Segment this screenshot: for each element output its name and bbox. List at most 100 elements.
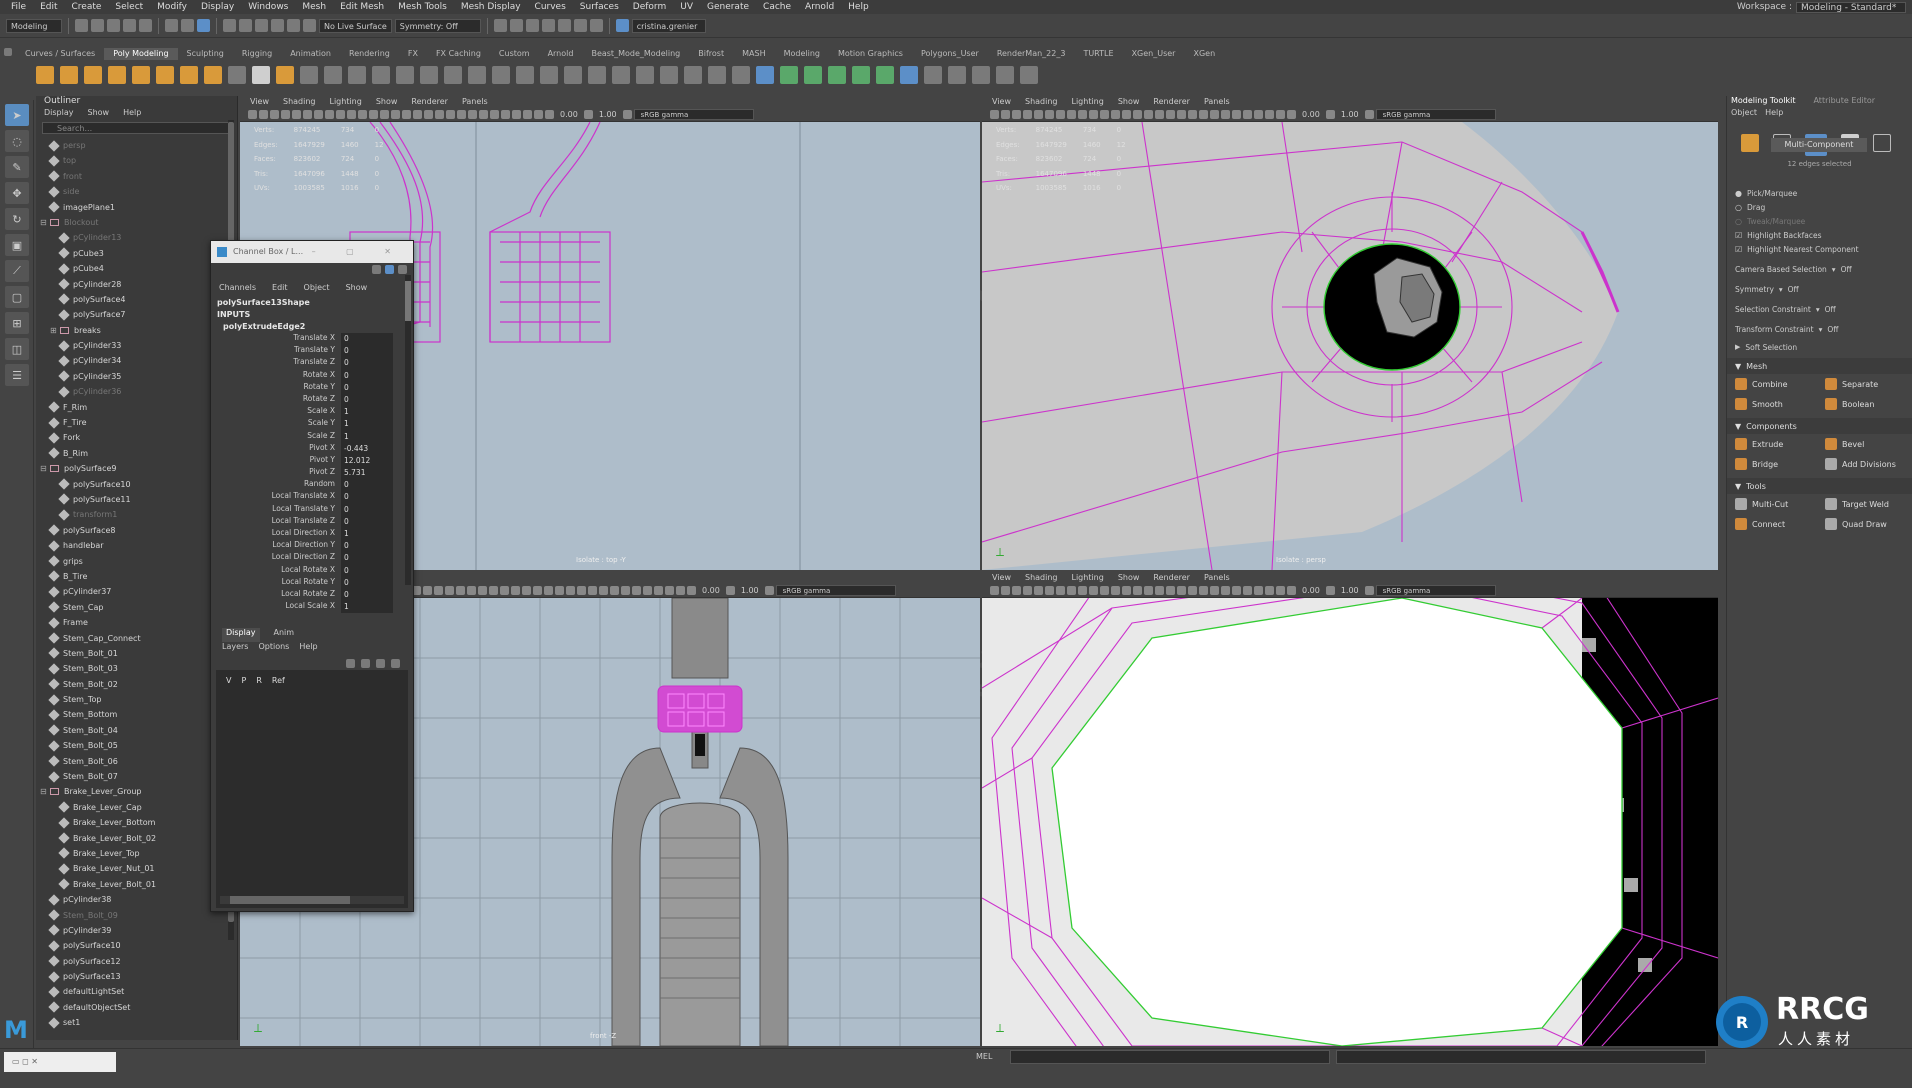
gamma-value[interactable]: 1.00 (741, 586, 759, 595)
gamma-icon[interactable] (583, 110, 593, 119)
cut-uv-icon[interactable] (804, 66, 822, 84)
separate-icon[interactable] (324, 66, 342, 84)
outliner-item[interactable]: top (36, 153, 237, 168)
channel-row[interactable]: Local Translate X 0 (211, 491, 413, 504)
toolkit-setting-row[interactable]: Symmetry ▾ Off (1727, 282, 1912, 296)
viewport-menu-item[interactable]: Panels (1204, 572, 1230, 584)
resolution-gate-icon[interactable] (1067, 586, 1076, 595)
depth-of-field-icon[interactable] (479, 110, 488, 119)
shelf-tab[interactable]: Animation (281, 48, 340, 60)
shelf-tab[interactable]: Sculpting (178, 48, 233, 60)
redo-icon[interactable] (139, 19, 152, 32)
channel-row[interactable]: Random 0 (211, 479, 413, 492)
toolkit-menu-item[interactable]: Object (1731, 108, 1757, 120)
pause-icon[interactable] (589, 19, 603, 32)
channel-row[interactable]: Rotate Y 0 (211, 381, 413, 394)
menu-item-windows[interactable]: Windows (241, 2, 295, 12)
outliner-item[interactable]: Stem_Cap (36, 600, 237, 615)
resolution-gate-icon[interactable] (467, 586, 476, 595)
depth-of-field-icon[interactable] (1221, 110, 1230, 119)
shadows-icon[interactable] (1177, 586, 1186, 595)
channel-row[interactable]: Local Scale X 1 (211, 601, 413, 614)
platonic-icon[interactable] (204, 66, 222, 84)
type-icon[interactable] (252, 66, 270, 84)
bevel-icon[interactable] (444, 66, 462, 84)
bevel-button[interactable]: Bevel (1821, 434, 1911, 454)
menu-item-cache[interactable]: Cache (756, 2, 798, 12)
connect-button[interactable]: Connect (1731, 514, 1821, 534)
delete-history-icon[interactable] (1020, 66, 1038, 84)
boolean-button[interactable]: Boolean (1821, 394, 1911, 414)
uv-mode-icon[interactable] (1873, 134, 1891, 152)
xray-icon[interactable] (1243, 586, 1252, 595)
safe-title-icon[interactable] (1111, 110, 1120, 119)
channel-value-field[interactable]: 0 (341, 588, 393, 602)
channel-value-field[interactable]: 5.731 (341, 467, 393, 480)
film-gate-icon[interactable] (314, 110, 323, 119)
connect-icon[interactable] (588, 66, 606, 84)
menu-item-generate[interactable]: Generate (700, 2, 756, 12)
soft-selection-row[interactable]: ▶ Soft Selection (1727, 340, 1912, 354)
shelf-tab[interactable]: Polygons_User (912, 48, 988, 60)
toolkit-option-row[interactable]: ○ Drag (1727, 200, 1912, 214)
outliner-item[interactable]: Stem_Bolt_06 (36, 754, 237, 769)
toolkit-setting-row[interactable]: Transform Constraint ▾ Off (1727, 322, 1912, 336)
grid-icon[interactable] (1045, 586, 1054, 595)
backface-icon[interactable] (676, 586, 685, 595)
layer-scrollbar[interactable] (220, 896, 404, 904)
collapse-arrow-icon[interactable]: ▼ (1735, 482, 1741, 491)
gate-mask-icon[interactable] (478, 586, 487, 595)
center-pivot-icon[interactable] (996, 66, 1014, 84)
safe-title-icon[interactable] (1111, 586, 1120, 595)
user-icon[interactable] (615, 19, 629, 32)
menu-item-create[interactable]: Create (65, 2, 109, 12)
isolate-icon[interactable] (1232, 586, 1241, 595)
safe-title-icon[interactable] (511, 586, 520, 595)
mirror-icon[interactable] (732, 66, 750, 84)
shadows-icon[interactable] (577, 586, 586, 595)
channel-value-field[interactable]: 1 (341, 601, 393, 614)
gate-mask-icon[interactable] (1078, 586, 1087, 595)
xray-joints-icon[interactable] (1254, 586, 1263, 595)
outliner-item[interactable]: Stem_Top (36, 692, 237, 707)
depth-of-field-icon[interactable] (1221, 586, 1230, 595)
viewport-bottom-right[interactable]: View Shading Lighting Show Renderer Panels 0.… (982, 572, 1718, 1046)
outliner-item[interactable]: ⊞ breaks (36, 323, 237, 338)
shelf-tab[interactable]: Poly Modeling (104, 48, 178, 60)
gamma-value[interactable]: 1.00 (599, 110, 617, 119)
grid-icon[interactable] (1045, 110, 1054, 119)
exposure-icon[interactable] (545, 110, 554, 119)
toolkit-setting-row[interactable]: Selection Constraint ▾ Off (1727, 302, 1912, 316)
exposure-icon[interactable] (1287, 110, 1296, 119)
select-hierarchy-icon[interactable] (165, 19, 178, 32)
outliner-item[interactable]: polySurface7 (36, 307, 237, 322)
use-lights-icon[interactable] (1166, 586, 1175, 595)
wireframe-icon[interactable] (1122, 110, 1131, 119)
outliner-item[interactable]: Brake_Lever_Bolt_01 (36, 877, 237, 892)
layer-tab[interactable]: Display (222, 628, 260, 642)
aa-icon[interactable] (610, 586, 619, 595)
render-view-icon[interactable] (493, 19, 507, 32)
default-material-icon[interactable] (544, 586, 553, 595)
soft-mod-icon[interactable] (948, 66, 966, 84)
textured-icon[interactable] (1155, 110, 1164, 119)
channel-row[interactable]: Local Rotate Z 0 (211, 588, 413, 602)
viewport-menu-item[interactable]: Shading (1025, 572, 1058, 584)
mel-command-input[interactable] (1010, 1050, 1330, 1064)
channel-row[interactable]: Local Direction X 1 (211, 528, 413, 541)
channel-value-field[interactable]: 0 (341, 503, 393, 516)
object-mode-icon[interactable] (1741, 134, 1759, 152)
select-camera-icon[interactable] (248, 110, 257, 119)
menu-item-curves[interactable]: Curves (528, 2, 573, 12)
render-settings-icon[interactable] (541, 19, 555, 32)
outliner-item[interactable]: pCylinder28 (36, 277, 237, 292)
xray-icon[interactable] (1243, 110, 1252, 119)
viewport-menu-item[interactable]: Lighting (329, 96, 361, 108)
channel-value-field[interactable]: 12.012 (341, 454, 393, 468)
outliner-item[interactable]: Brake_Lever_Top (36, 846, 237, 861)
screen-space-ao-icon[interactable] (1188, 110, 1197, 119)
boolean-icon[interactable] (372, 66, 390, 84)
safe-action-icon[interactable] (1100, 586, 1109, 595)
outliner-item[interactable]: pCube3 (36, 246, 237, 261)
exposure-value[interactable]: 0.00 (1302, 586, 1320, 595)
